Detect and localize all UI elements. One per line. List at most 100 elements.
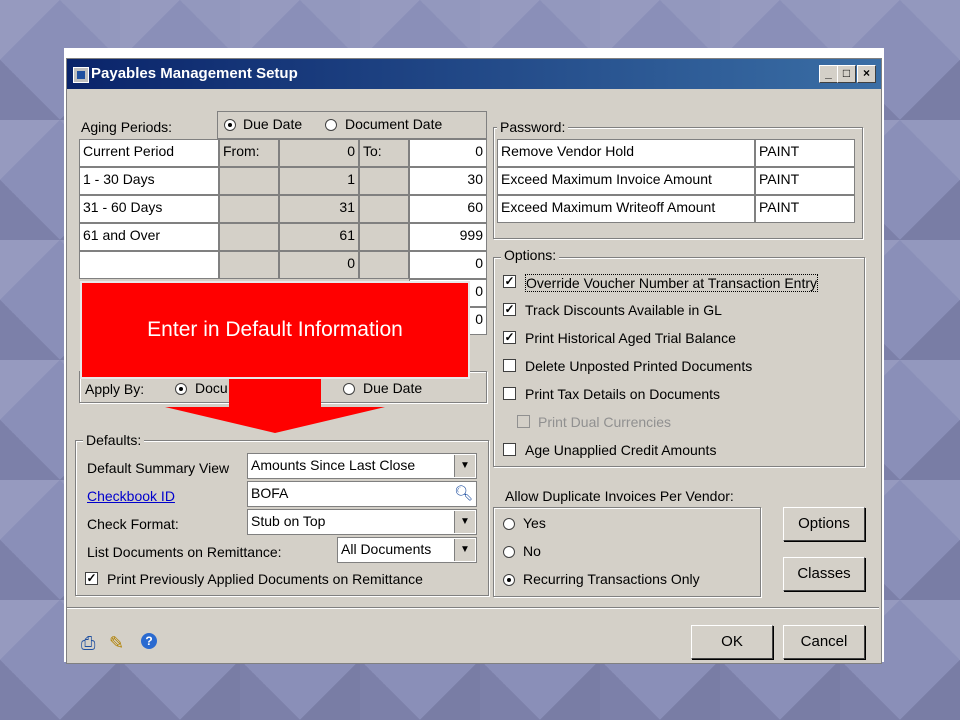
chevron-down-icon[interactable]: ▼ <box>454 539 475 561</box>
callout-arrow-stem <box>229 379 321 407</box>
duplicates-yes-radio[interactable] <box>503 518 515 530</box>
aging-blank-cell <box>219 223 279 251</box>
default-summary-view-value: Amounts Since Last Close <box>251 457 416 473</box>
aging-name-1[interactable]: 1 - 30 Days <box>79 167 219 195</box>
print-tax-details-checkbox[interactable] <box>503 387 516 400</box>
override-voucher-label: Override Voucher Number at Transaction E… <box>525 274 819 292</box>
aging-blank-cell <box>219 167 279 195</box>
aging-from-3: 61 <box>279 223 359 251</box>
aging-from-2: 31 <box>279 195 359 223</box>
aging-blank-cell <box>219 251 279 279</box>
help-icon[interactable]: ? <box>141 633 157 649</box>
default-summary-view-label: Default Summary View <box>87 460 230 476</box>
list-documents-label: List Documents on Remittance: <box>87 544 282 560</box>
to-label: To: <box>359 139 409 167</box>
aging-to-1[interactable]: 30 <box>409 167 487 195</box>
checkbook-id-link[interactable]: Checkbook ID <box>87 488 175 504</box>
aging-name-0[interactable]: Current Period <box>79 139 219 167</box>
aging-to-4[interactable]: 0 <box>409 251 487 279</box>
callout-box: Enter in Default Information <box>80 281 470 379</box>
aging-periods-label: Aging Periods: <box>81 119 173 135</box>
due-date-radio[interactable] <box>224 119 236 131</box>
check-format-value: Stub on Top <box>251 513 326 529</box>
classes-button[interactable]: Classes <box>783 557 865 591</box>
title-bar: Payables Management Setup _ □ × <box>67 59 881 89</box>
check-format-select[interactable]: Stub on Top ▼ <box>247 509 477 535</box>
chevron-down-icon[interactable]: ▼ <box>454 511 475 533</box>
password-value-0[interactable]: PAINT <box>755 139 855 167</box>
print-previously-applied-checkbox[interactable]: ✓ <box>85 572 98 585</box>
aging-from-1: 1 <box>279 167 359 195</box>
print-previously-applied-label: Print Previously Applied Documents on Re… <box>107 571 423 587</box>
due-date-radio-label: Due Date <box>243 116 303 132</box>
duplicates-no-radio[interactable] <box>503 546 515 558</box>
note-icon[interactable]: ✎ <box>109 633 124 654</box>
maximize-button[interactable]: □ <box>837 65 856 83</box>
print-tax-details-label: Print Tax Details on Documents <box>525 386 721 402</box>
password-title: Password: <box>497 119 569 135</box>
checkbook-id-value: BOFA <box>251 485 289 501</box>
age-unapplied-label: Age Unapplied Credit Amounts <box>525 442 717 458</box>
apply-by-document-radio[interactable] <box>175 383 187 395</box>
document-date-radio-label: Document Date <box>345 116 443 132</box>
track-discounts-label: Track Discounts Available in GL <box>525 302 722 318</box>
apply-by-label: Apply By: <box>85 381 145 397</box>
aging-from-0: 0 <box>279 139 359 167</box>
print-historical-checkbox[interactable]: ✓ <box>503 331 516 344</box>
aging-blank-cell <box>359 223 409 251</box>
aging-blank-cell <box>219 195 279 223</box>
lookup-magnifier-icon[interactable]: 🔍︎ <box>454 484 473 502</box>
aging-to-2[interactable]: 60 <box>409 195 487 223</box>
duplicates-yes-label: Yes <box>523 515 546 531</box>
track-discounts-checkbox[interactable]: ✓ <box>503 303 516 316</box>
override-voucher-checkbox[interactable]: ✓ <box>503 275 516 288</box>
checkbook-id-field[interactable]: BOFA 🔍︎ <box>247 481 477 507</box>
aging-from-4: 0 <box>279 251 359 279</box>
list-documents-value: All Documents <box>341 541 432 557</box>
allow-duplicates-label: Allow Duplicate Invoices Per Vendor: <box>505 488 734 504</box>
aging-blank-cell <box>359 167 409 195</box>
window-icon <box>73 67 89 83</box>
apply-by-due-date-label: Due Date <box>363 380 423 396</box>
duplicates-no-label: No <box>523 543 541 559</box>
aging-blank-cell <box>359 251 409 279</box>
password-label-1: Exceed Maximum Invoice Amount <box>497 167 755 195</box>
aging-to-0[interactable]: 0 <box>409 139 487 167</box>
aging-blank-cell <box>359 195 409 223</box>
apply-by-document-label: Docu <box>195 380 228 396</box>
options-title: Options: <box>501 247 560 263</box>
duplicates-recurring-radio[interactable] <box>503 574 515 586</box>
divider <box>67 608 879 609</box>
aging-to-3[interactable]: 999 <box>409 223 487 251</box>
aging-name-3[interactable]: 61 and Over <box>79 223 219 251</box>
from-label: From: <box>219 139 279 167</box>
password-value-1[interactable]: PAINT <box>755 167 855 195</box>
password-value-2[interactable]: PAINT <box>755 195 855 223</box>
print-historical-label: Print Historical Aged Trial Balance <box>525 330 736 346</box>
delete-unposted-label: Delete Unposted Printed Documents <box>525 358 753 374</box>
list-documents-select[interactable]: All Documents ▼ <box>337 537 477 563</box>
close-button[interactable]: × <box>857 65 876 83</box>
defaults-title: Defaults: <box>83 432 145 448</box>
password-label-2: Exceed Maximum Writeoff Amount <box>497 195 755 223</box>
delete-unposted-checkbox[interactable] <box>503 359 516 372</box>
default-summary-view-select[interactable]: Amounts Since Last Close ▼ <box>247 453 477 479</box>
aging-name-2[interactable]: 31 - 60 Days <box>79 195 219 223</box>
options-button[interactable]: Options <box>783 507 865 541</box>
chevron-down-icon[interactable]: ▼ <box>454 455 475 477</box>
minimize-button[interactable]: _ <box>819 65 838 83</box>
window-title: Payables Management Setup <box>91 65 298 82</box>
ok-button[interactable]: OK <box>691 625 773 659</box>
apply-by-due-date-radio[interactable] <box>343 383 355 395</box>
print-dual-currencies-label: Print Dual Currencies <box>538 414 672 430</box>
document-date-radio[interactable] <box>325 119 337 131</box>
cancel-button[interactable]: Cancel <box>783 625 865 659</box>
duplicates-recurring-label: Recurring Transactions Only <box>523 571 700 587</box>
callout-arrow-head <box>165 407 385 433</box>
print-dual-currencies-checkbox[interactable] <box>517 415 530 428</box>
check-format-label: Check Format: <box>87 516 179 532</box>
password-label-0: Remove Vendor Hold <box>497 139 755 167</box>
printer-icon[interactable]: ⎙ <box>81 633 95 654</box>
aging-name-4[interactable] <box>79 251 219 279</box>
age-unapplied-checkbox[interactable] <box>503 443 516 456</box>
